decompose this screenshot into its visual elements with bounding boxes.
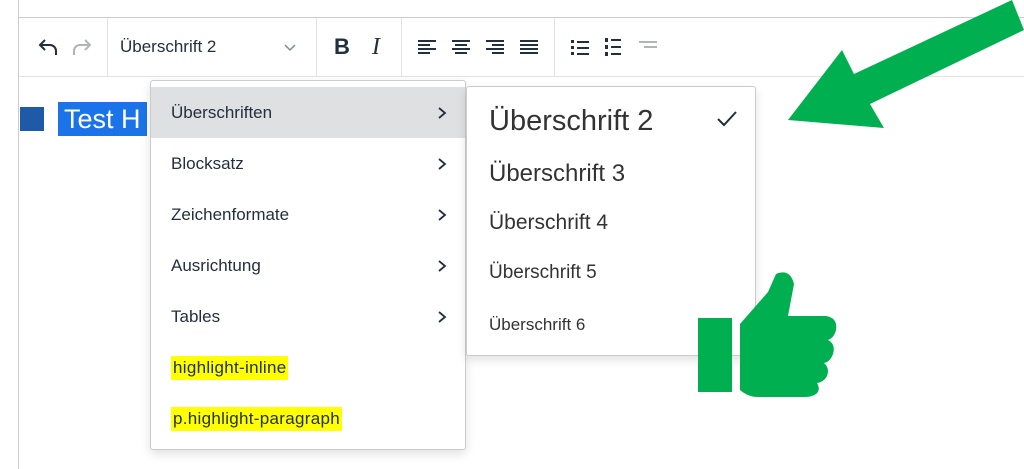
submenu-item-label: Überschrift 5 xyxy=(489,262,597,283)
list-group xyxy=(555,18,673,76)
chevron-right-icon xyxy=(438,259,447,272)
indent-icon xyxy=(639,41,657,48)
indent-button[interactable] xyxy=(633,30,663,64)
submenu-item-heading-5[interactable]: Überschrift 5 xyxy=(489,258,597,288)
menu-item-label: highlight-inline xyxy=(171,355,289,380)
menu-item-label: Blocksatz xyxy=(171,153,244,173)
menu-item-label: Zeichenformate xyxy=(171,204,290,224)
submenu-item-label: Überschrift 4 xyxy=(489,211,609,234)
menu-item-blocks[interactable]: Blocksatz xyxy=(151,138,465,189)
justify-button[interactable] xyxy=(514,30,544,64)
bold-button[interactable]: B xyxy=(327,30,357,64)
italic-icon: I xyxy=(372,33,380,60)
menu-item-label: p.highlight-paragraph xyxy=(171,406,342,431)
numbered-list-icon xyxy=(605,38,621,56)
submenu-item-label: Überschrift 6 xyxy=(489,315,586,334)
menu-item-label: Ausrichtung xyxy=(171,255,261,275)
justify-icon xyxy=(520,40,538,54)
bold-icon: B xyxy=(334,34,350,59)
menu-item-highlight-paragraph[interactable]: p.highlight-paragraph xyxy=(151,393,465,444)
italic-button[interactable]: I xyxy=(361,30,391,64)
bullet-list-icon xyxy=(571,40,589,55)
chevron-down-icon xyxy=(284,44,296,52)
chevron-right-icon xyxy=(438,310,447,323)
selected-text: Test H xyxy=(58,102,147,136)
bullet-list-button[interactable] xyxy=(565,30,595,64)
align-right-icon xyxy=(486,40,504,54)
menu-item-highlight-inline[interactable]: highlight-inline xyxy=(151,342,465,393)
format-menu: Überschriften Blocksatz Zeichenformate A… xyxy=(150,80,466,450)
chevron-right-icon xyxy=(438,157,447,170)
submenu-item-heading-6[interactable]: Überschrift 6 xyxy=(489,311,585,339)
align-center-icon xyxy=(452,40,470,54)
history-group xyxy=(19,18,108,76)
redo-button[interactable] xyxy=(67,30,97,64)
menu-item-alignment[interactable]: Ausrichtung xyxy=(151,240,465,291)
annotation-arrow-icon xyxy=(788,0,1024,128)
menu-item-headings[interactable]: Überschriften xyxy=(151,87,465,138)
submenu-item-label: Überschrift 3 xyxy=(489,160,626,187)
chevron-right-icon xyxy=(438,208,447,221)
submenu-item-heading-3[interactable]: Überschrift 3 xyxy=(489,157,625,191)
text-style-group: B I xyxy=(317,18,402,76)
align-center-button[interactable] xyxy=(446,30,476,64)
menu-item-inline-formats[interactable]: Zeichenformate xyxy=(151,189,465,240)
align-left-icon xyxy=(418,40,436,54)
menu-item-label: Tables xyxy=(171,306,221,326)
checkmark-icon xyxy=(717,111,737,127)
chevron-right-icon xyxy=(438,106,447,119)
undo-icon xyxy=(38,39,57,55)
submenu-item-heading-4[interactable]: Überschrift 4 xyxy=(489,207,608,239)
thumbs-up-icon xyxy=(698,272,837,397)
redo-icon xyxy=(73,39,92,55)
submenu-item-heading-2[interactable]: Überschrift 2 xyxy=(489,101,653,141)
alignment-group xyxy=(402,18,555,76)
block-format-value: Überschrift 2 xyxy=(120,37,217,56)
submenu-item-label: Überschrift 2 xyxy=(489,104,654,137)
numbered-list-button[interactable] xyxy=(599,30,629,64)
selection-marker xyxy=(20,107,44,131)
undo-button[interactable] xyxy=(33,30,63,64)
editor-content[interactable]: Test H xyxy=(20,101,147,137)
align-right-button[interactable] xyxy=(480,30,510,64)
menu-item-tables[interactable]: Tables xyxy=(151,291,465,342)
block-format-select[interactable]: Überschrift 2 xyxy=(112,30,312,64)
block-format-group: Überschrift 2 xyxy=(108,18,317,76)
align-left-button[interactable] xyxy=(412,30,442,64)
menu-item-label: Überschriften xyxy=(171,102,273,122)
